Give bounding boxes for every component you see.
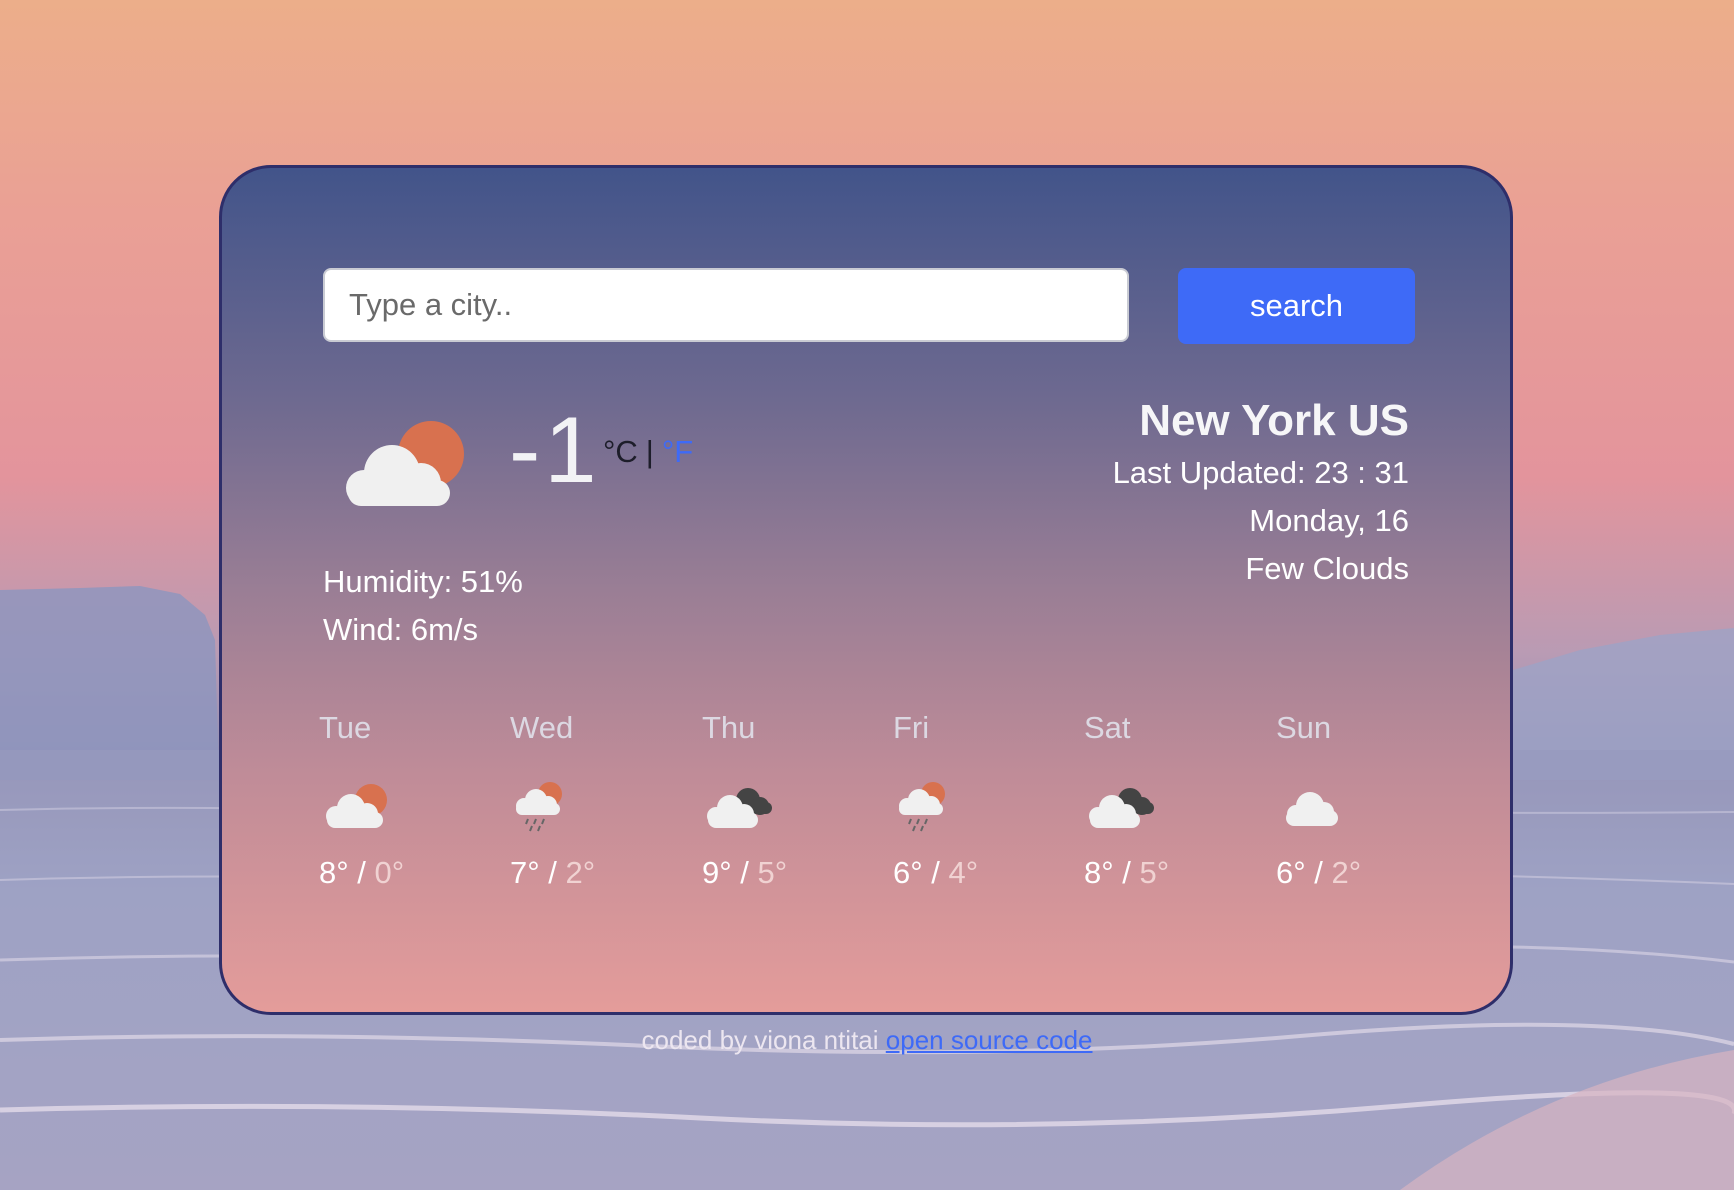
- cloud-icon: [1286, 792, 1338, 826]
- forecast-max: 6°: [1276, 855, 1306, 890]
- source-code-link[interactable]: open source code: [886, 1025, 1093, 1055]
- forecast-day: Tue 8° / 0°: [319, 708, 479, 891]
- fahrenheit-link[interactable]: °F: [662, 434, 693, 469]
- weather-description: Few Clouds: [1245, 551, 1409, 586]
- forecast-min: 4°: [948, 855, 979, 890]
- forecast-day: Sat 8° / 5°: [1084, 708, 1244, 891]
- forecast-sep: /: [922, 855, 949, 890]
- forecast-sep: /: [731, 855, 758, 890]
- forecast-min: 2°: [1331, 855, 1362, 890]
- forecast-temps: 7° / 2°: [510, 855, 670, 891]
- weather-card: search -1 °C|°F Humidity: 51% Wind: 6m/s…: [219, 165, 1513, 1015]
- cloud-sun-icon: [346, 421, 464, 506]
- forecast-min: 5°: [1139, 855, 1170, 890]
- broken-clouds-icon: [707, 788, 772, 828]
- forecast-min: 2°: [565, 855, 596, 890]
- current-temperature: -1: [509, 397, 601, 502]
- forecast-temps: 6° / 2°: [1276, 855, 1436, 891]
- forecast-temps: 8° / 5°: [1084, 855, 1244, 891]
- forecast-sep: /: [539, 855, 566, 890]
- city-name: New York US: [1139, 396, 1409, 445]
- forecast-min: 5°: [757, 855, 788, 890]
- forecast-sep: /: [1305, 855, 1332, 890]
- forecast-temps: 6° / 4°: [893, 855, 1053, 891]
- forecast-day: Sun 6° / 2°: [1276, 708, 1436, 891]
- forecast-day-name: Sun: [1276, 710, 1332, 745]
- forecast-day: Fri 6° / 4°: [893, 708, 1053, 891]
- wind-label: Wind: 6m/s: [323, 612, 479, 647]
- footer-credit: coded by viona ntitai: [641, 1025, 879, 1055]
- forecast-sep: /: [1113, 855, 1140, 890]
- unit-separator: |: [645, 434, 654, 469]
- forecast-day-name: Sat: [1084, 710, 1131, 745]
- forecast-day: Wed 7° / 2°: [510, 708, 670, 891]
- current-date: Monday, 16: [1249, 503, 1409, 538]
- forecast-max: 9°: [702, 855, 732, 890]
- forecast-temps: 9° / 5°: [702, 855, 862, 891]
- broken-clouds-icon: [1089, 788, 1154, 828]
- forecast-max: 8°: [1084, 855, 1114, 890]
- location-info: New York US Last Updated: 23 : 31 Monday…: [1113, 393, 1409, 593]
- celsius-unit: °C: [603, 434, 638, 469]
- forecast-day-name: Thu: [702, 710, 756, 745]
- forecast-day-name: Tue: [319, 710, 372, 745]
- footer: coded by viona ntitai open source code: [0, 1025, 1734, 1056]
- search-button[interactable]: search: [1178, 268, 1415, 344]
- current-details: Humidity: 51% Wind: 6m/s: [323, 558, 523, 654]
- forecast-temps: 8° / 0°: [319, 855, 479, 891]
- forecast-max: 8°: [319, 855, 349, 890]
- forecast-row: Tue 8° / 0° Wed 7° / 2° Thu 9° / 5° Fri …: [319, 708, 1469, 908]
- forecast-sep: /: [348, 855, 375, 890]
- forecast-day: Thu 9° / 5°: [702, 708, 862, 891]
- forecast-max: 7°: [510, 855, 540, 890]
- rain-sun-icon: [516, 782, 562, 832]
- last-updated: Last Updated: 23 : 31: [1112, 455, 1409, 490]
- unit-toggle: °C | °F: [603, 434, 693, 470]
- rain-sun-icon: [899, 782, 945, 832]
- forecast-day-name: Fri: [893, 710, 930, 745]
- forecast-max: 6°: [893, 855, 923, 890]
- cloud-sun-icon: [326, 784, 387, 828]
- forecast-day-name: Wed: [510, 710, 574, 745]
- humidity-label: Humidity: 51%: [323, 564, 523, 599]
- city-search-input[interactable]: [323, 268, 1129, 342]
- forecast-min: 0°: [374, 855, 405, 890]
